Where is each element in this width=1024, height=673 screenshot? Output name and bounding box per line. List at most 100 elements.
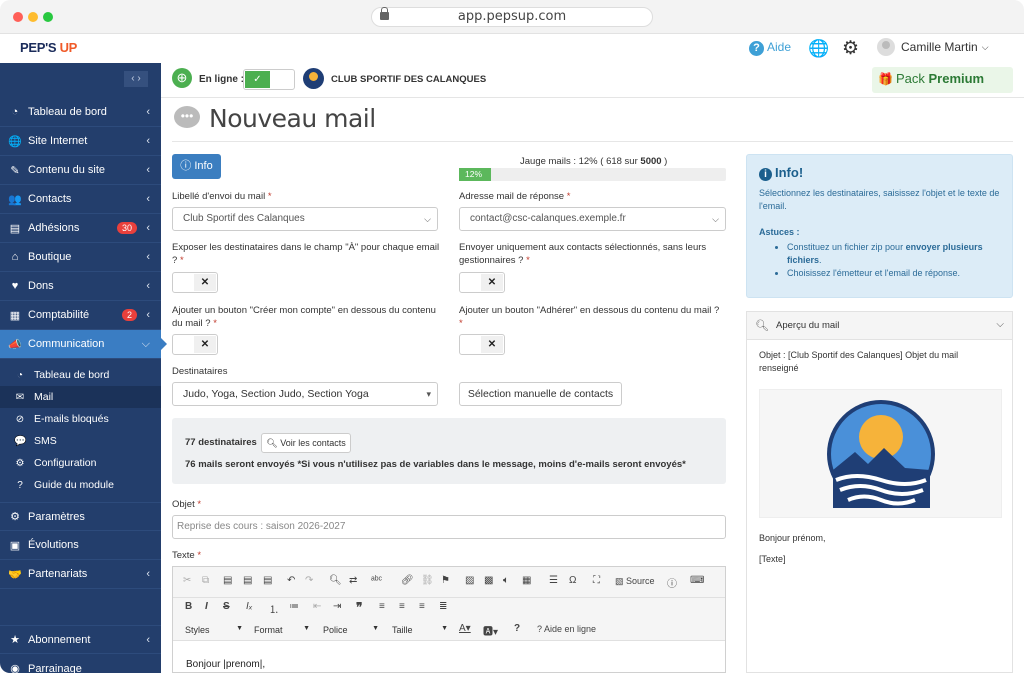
table-icon[interactable]: ▦ <box>522 575 531 586</box>
indent-icon[interactable]: ⇥ <box>333 601 341 612</box>
keyboard-icon[interactable]: ⌨ <box>690 575 704 586</box>
sidebar-item-dons[interactable]: ♥ Dons ‹ <box>0 272 161 301</box>
premium-pack-badge[interactable]: 🎁 Pack Premium <box>872 67 1013 93</box>
spellcheck-icon[interactable]: ᵃᵇᶜ <box>371 575 382 586</box>
styles-dropdown[interactable]: Styles ▼ <box>185 625 243 635</box>
destinataires-select[interactable]: Judo, Yoga, Section Judo, Section Yoga ▾ <box>172 382 438 406</box>
star-icon: ★ <box>10 634 20 646</box>
manual-contacts-button[interactable]: Sélection manuelle de contacts <box>459 382 622 406</box>
image-icon[interactable]: ▨ <box>465 575 474 586</box>
sidebar-item-site-internet[interactable]: 🌐 Site Internet ‹ <box>0 127 161 156</box>
bg-color-icon[interactable]: 🅰▾ <box>483 623 498 638</box>
address-bar[interactable]: app.pepsup.com <box>371 7 653 27</box>
create-account-toggle[interactable]: ✕ <box>172 334 218 355</box>
paste-icon[interactable]: ▤ <box>223 575 232 586</box>
sidebar-subitem-emails-bloques[interactable]: ⊘ E-mails bloqués <box>0 408 161 430</box>
sidebar-item-adhesions[interactable]: ▤ Adhésions 30 ‹ <box>0 214 161 243</box>
sidebar-item-evolutions[interactable]: ▣ Évolutions <box>0 531 161 560</box>
paste-word-icon[interactable]: ▤ <box>263 575 272 586</box>
maximize-window-button[interactable] <box>43 12 53 22</box>
replace-icon[interactable]: ⇄ <box>349 575 357 586</box>
sidebar-item-comptabilite[interactable]: ▦ Comptabilité 2 ‹ <box>0 301 161 330</box>
outdent-icon[interactable]: ⇤ <box>313 601 321 612</box>
anchor-flag-icon[interactable]: ⚑ <box>441 575 450 586</box>
strikethrough-icon[interactable]: S <box>223 601 230 612</box>
club-logo <box>303 68 324 89</box>
caret-down-icon: ▼ <box>236 625 243 632</box>
maximize-icon[interactable]: ⛶ <box>593 575 600 586</box>
sidebar-item-partenariats[interactable]: 🤝 Partenariats ‹ <box>0 560 161 589</box>
expose-toggle[interactable]: ✕ <box>172 272 218 293</box>
editor-body: Bonjour |prenom|, <box>186 659 266 670</box>
numbered-list-icon[interactable]: ⒈ <box>269 601 279 616</box>
sidebar-item-communication[interactable]: 📣 Communication ⌵ <box>0 330 161 359</box>
only-contacts-toggle[interactable]: ✕ <box>459 272 505 293</box>
mail-preview-panel: 🔍︎ Aperçu du mail ⌵ Objet : [Club Sporti… <box>746 311 1013 673</box>
adherer-toggle[interactable]: ✕ <box>459 334 505 355</box>
sidebar-subitem-configuration[interactable]: ⚙ Configuration <box>0 452 161 474</box>
align-left-icon[interactable]: ≡ <box>379 601 385 612</box>
create-account-label: Ajouter un bouton "Créer mon compte" en … <box>172 304 442 330</box>
find-icon[interactable]: 🔍︎ <box>329 575 342 586</box>
source-button[interactable]: ▧ Source <box>615 576 655 587</box>
sidebar-subitem-tableau-de-bord[interactable]: ◔ Tableau de bord <box>0 364 161 386</box>
undo-icon[interactable]: ↶ <box>287 575 295 586</box>
paste-text-icon[interactable]: ▤ <box>243 575 252 586</box>
horizontal-rule-icon[interactable]: ☰ <box>549 575 558 586</box>
count-badge: 2 <box>121 309 137 321</box>
bulleted-list-icon[interactable]: ≔ <box>289 601 299 612</box>
gear-icon[interactable]: ⚙ <box>842 37 859 60</box>
copy-icon[interactable]: ⧉ <box>202 575 209 586</box>
sidebar-collapse-button[interactable]: ‹ › <box>124 71 148 87</box>
sender-select[interactable]: Club Sportif des Calanques ⌵ <box>172 207 438 231</box>
link-icon[interactable]: 🔗︎ <box>401 575 414 586</box>
font-dropdown[interactable]: Police ▼ <box>323 625 379 635</box>
rich-text-editor[interactable]: ✂ ⧉ ▤ ▤ ▤ ↶ ↷ 🔍︎ ⇄ ᵃᵇᶜ 🔗︎ ⛓ ⚑ ▨ ▩ 🔈︎ ▦ ☰… <box>172 566 726 673</box>
sidebar-subitem-sms[interactable]: 💬 SMS <box>0 430 161 452</box>
sidebar-item-contenu[interactable]: ✎ Contenu du site ‹ <box>0 156 161 185</box>
view-contacts-button[interactable]: 🔍︎ Voir les contacts <box>261 433 351 453</box>
mail-preview-title: Aperçu du mail <box>776 320 840 331</box>
mail-preview-header[interactable]: 🔍︎ Aperçu du mail ⌵ <box>747 312 1012 340</box>
required-mark: * <box>197 499 202 510</box>
audio-icon[interactable]: 🔈︎ <box>503 575 509 586</box>
page-title: Nouveau mail <box>209 104 376 133</box>
objet-input[interactable]: Reprise des cours : saison 2026-2027 <box>172 515 726 539</box>
sidebar-item-parametres[interactable]: ⚙ Paramètres <box>0 502 161 531</box>
sidebar-item-tableau-de-bord[interactable]: ◔ Tableau de bord ‹ <box>0 98 161 127</box>
format-dropdown[interactable]: Format ▼ <box>254 625 310 635</box>
text-color-icon[interactable]: A▾ <box>459 623 471 634</box>
unlink-icon[interactable]: ⛓ <box>421 575 434 586</box>
reply-select[interactable]: contact@csc-calanques.exemple.fr ⌵ <box>459 207 726 231</box>
special-char-icon[interactable]: Ω <box>569 575 576 586</box>
blockquote-icon[interactable]: ❞ <box>356 600 362 614</box>
remove-format-icon[interactable]: Iₓ <box>246 601 253 612</box>
user-menu[interactable]: Camille Martin ⌵ <box>877 38 989 56</box>
info-icon[interactable]: ⓘ <box>667 575 677 590</box>
online-toggle[interactable]: ✓ <box>243 69 295 90</box>
sidebar-item-parrainage[interactable]: ◉ Parrainage <box>0 654 161 673</box>
align-right-icon[interactable]: ≡ <box>419 601 425 612</box>
close-window-button[interactable] <box>13 12 23 22</box>
align-justify-icon[interactable]: ≣ <box>439 601 447 612</box>
minimize-window-button[interactable] <box>28 12 38 22</box>
italic-icon[interactable]: I <box>205 601 208 612</box>
app-logo[interactable]: PEP'S UP <box>20 40 77 55</box>
sidebar-subitem-mail[interactable]: ✉ Mail <box>0 386 161 408</box>
help-link[interactable]: ? Aide <box>749 40 791 56</box>
sidebar-item-boutique[interactable]: ⌂ Boutique ‹ <box>0 243 161 272</box>
align-center-icon[interactable]: ≡ <box>399 601 405 612</box>
help-icon[interactable]: ? <box>514 623 520 634</box>
online-help-button[interactable]: ? Aide en ligne <box>537 624 596 634</box>
sidebar-item-contacts[interactable]: 👥 Contacts ‹ <box>0 185 161 214</box>
redo-icon[interactable]: ↷ <box>305 575 313 586</box>
gallery-icon[interactable]: ▩ <box>484 575 493 586</box>
bold-icon[interactable]: B <box>185 601 192 612</box>
cut-icon[interactable]: ✂ <box>183 575 191 586</box>
size-dropdown[interactable]: Taille ▼ <box>392 625 448 635</box>
blocked-icon: ⊘ <box>15 413 25 425</box>
info-button[interactable]: ⓘ Info <box>172 154 221 179</box>
sidebar-subitem-guide[interactable]: ? Guide du module <box>0 474 161 496</box>
globe-icon[interactable]: 🌐 <box>808 39 829 59</box>
sidebar-item-abonnement[interactable]: ★ Abonnement ‹ <box>0 625 161 654</box>
